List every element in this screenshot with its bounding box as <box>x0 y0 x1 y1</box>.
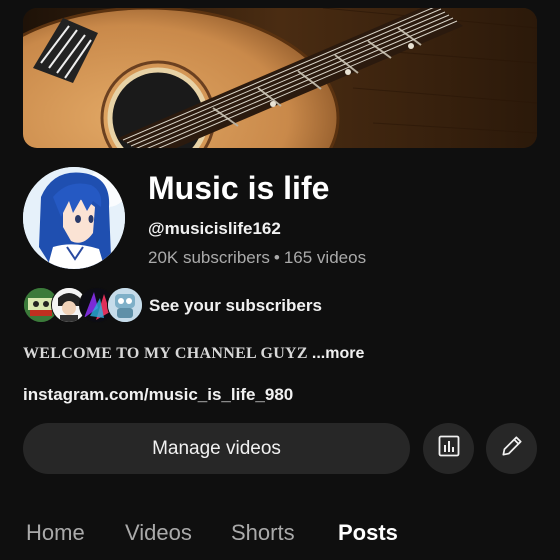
analytics-button[interactable] <box>423 423 474 474</box>
subscriber-avatars[interactable] <box>23 287 143 323</box>
pencil-icon <box>499 433 525 464</box>
description-text: WELCOME TO MY CHANNEL GUYZ <box>23 345 308 362</box>
bar-chart-icon <box>437 434 461 463</box>
channel-stats: 20K subscribers • 165 videos <box>148 248 366 268</box>
tab-shorts[interactable]: Shorts <box>231 520 295 546</box>
video-count: 165 videos <box>283 248 367 267</box>
tab-posts[interactable]: Posts <box>338 520 398 546</box>
edit-channel-button[interactable] <box>486 423 537 474</box>
channel-tabs: Home Videos Shorts Posts <box>0 514 560 554</box>
description-more-link[interactable]: ...more <box>312 345 364 362</box>
channel-link[interactable]: instagram.com/music_is_life_980 <box>23 385 293 405</box>
tab-videos[interactable]: Videos <box>125 520 192 546</box>
tab-home[interactable]: Home <box>26 520 85 546</box>
channel-banner <box>23 8 537 148</box>
manage-videos-button[interactable]: Manage videos <box>23 423 410 474</box>
channel-description[interactable]: WELCOME TO MY CHANNEL GUYZ ...more <box>23 345 364 363</box>
channel-handle: @musicislife162 <box>148 219 281 238</box>
stats-separator: • <box>273 248 280 267</box>
subscriber-count: 20K subscribers <box>148 248 270 267</box>
channel-avatar[interactable] <box>23 167 125 269</box>
manage-videos-label: Manage videos <box>152 437 281 459</box>
channel-title: Music is life <box>148 170 330 206</box>
subscriber-avatar <box>107 287 143 323</box>
see-subscribers-link[interactable]: See your subscribers <box>149 296 322 316</box>
